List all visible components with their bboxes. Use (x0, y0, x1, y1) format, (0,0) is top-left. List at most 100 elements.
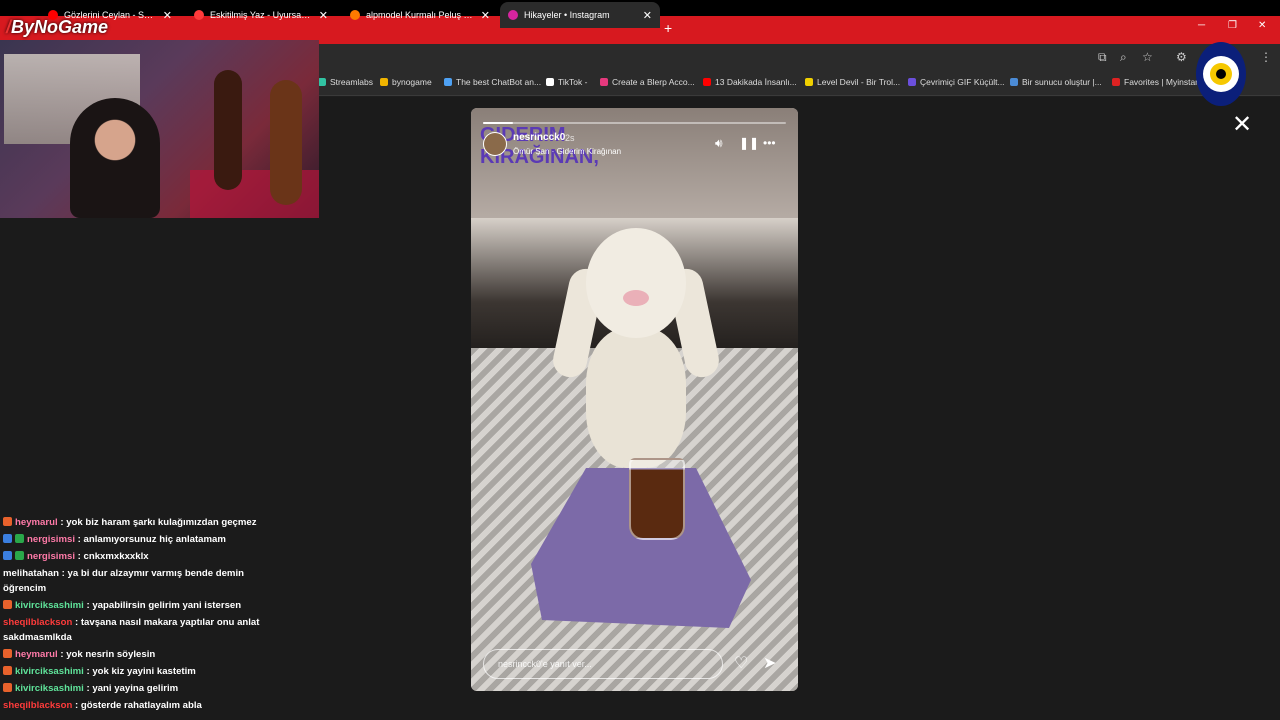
close-story-button[interactable]: ✕ (1232, 110, 1252, 139)
chat-message: sheqilblackson : gösterde rahatlayalım a… (0, 697, 274, 714)
guitar-image (270, 80, 302, 205)
chat-username: heymarul (15, 649, 58, 660)
chat-username: sheqilblackson (3, 700, 73, 711)
chat-username: melihatahan (3, 568, 59, 579)
chat-username: sheqilblackson (3, 617, 73, 628)
blerp-icon (600, 78, 608, 86)
chat-text: : yok kiz yayini kastetim (83, 666, 196, 677)
brand-logo: /ByNoGame (6, 17, 109, 37)
server-icon (1010, 78, 1018, 86)
avatar[interactable] (483, 132, 507, 156)
chat-username: nergisimsi (27, 534, 75, 545)
bookmark-item[interactable]: Create a Blerp Acco... (600, 77, 695, 87)
chat-text: : cnkxmxkxxklx (75, 551, 149, 562)
chat-message: kivirciksashimi : yapabilirsin gelirim y… (0, 597, 274, 614)
scrollbar[interactable] (1270, 97, 1280, 720)
chat-badge-icon (3, 683, 12, 692)
story-progress-fill (483, 122, 514, 124)
bookmark-item[interactable]: Streamlabs (318, 77, 373, 87)
chat-overlay: heymarul : yok biz haram şarkı kulağımız… (0, 514, 274, 714)
bookmark-item[interactable]: Bir sunucu oluştur |... (1010, 77, 1102, 87)
chat-text: : yapabilirsin gelirim yani istersen (83, 600, 242, 611)
chatbot-icon (444, 78, 452, 86)
webcam-overlay (0, 40, 319, 218)
tab-instagram[interactable]: Hikayeler • Instagram ✕ (500, 2, 660, 28)
chat-text: : yok nesrin söylesin (57, 649, 156, 660)
chat-text: : anlamıyorsunuz hiç anlatamam (75, 534, 226, 545)
chat-message: heymarul : yok biz haram şarkı kulağımız… (0, 514, 274, 531)
menu-icon[interactable]: ⋮ (1260, 50, 1272, 64)
restore-button[interactable]: ❐ (1228, 20, 1237, 31)
game-icon (805, 78, 813, 86)
chat-username: kivirciksashimi (15, 683, 84, 694)
chat-badge-icon (3, 600, 12, 609)
guitar-image (214, 70, 242, 190)
chat-badge-icon (3, 534, 12, 543)
close-icon[interactable]: ✕ (643, 9, 652, 22)
chat-badge-icon (3, 666, 12, 675)
close-icon[interactable]: ✕ (163, 9, 172, 22)
send-icon[interactable]: ➤ (763, 653, 776, 673)
tiktok-icon (546, 78, 554, 86)
bookmark-item[interactable]: 13 Dakikada İnsanlı... (703, 77, 797, 87)
chat-badge-icon (15, 534, 24, 543)
bookmark-item[interactable]: bynogame (380, 77, 432, 87)
favorites-icon (1112, 78, 1120, 86)
star-icon[interactable]: ☆ (1142, 50, 1153, 64)
gif-icon (908, 78, 916, 86)
close-icon[interactable]: ✕ (481, 9, 490, 22)
chat-message: sheqilblackson : tavşana nasıl makara ya… (0, 614, 274, 646)
minimize-button[interactable]: ─ (1198, 20, 1205, 31)
zoom-icon[interactable]: ⌕ (1120, 50, 1127, 65)
chat-message: melihatahan : ya bi dur alzaymır varmış … (0, 565, 274, 597)
chat-text: : yok biz haram şarkı kulağımızdan geçme… (57, 517, 257, 528)
reply-input[interactable]: nesrincck0'e yanıt ver... (483, 649, 723, 679)
chat-message: heymarul : yok nesrin söylesin (0, 646, 274, 663)
streamer (70, 98, 160, 218)
chat-badge-icon (3, 649, 12, 658)
chat-badge-icon (3, 517, 12, 526)
tab-youtube-2[interactable]: Eskitilmiş Yaz - Uyursam Geçer ✕ (186, 2, 336, 28)
tab-product[interactable]: alpmodel Kurmalı Peluş Zıp Zıp ✕ (342, 2, 498, 28)
chat-message: nergisimsi : cnkxmxkxxklx (0, 548, 274, 565)
youtube-icon (703, 78, 711, 86)
evil-eye-icon (1196, 42, 1246, 106)
story-progress (483, 122, 786, 124)
chat-text: : yani yayina gelirim (83, 683, 179, 694)
new-tab-button[interactable]: + (664, 20, 672, 36)
chat-message: kivirciksashimi : yani yayina gelirim (0, 680, 274, 697)
chat-username: kivirciksashimi (15, 666, 84, 677)
close-icon[interactable]: ✕ (319, 9, 328, 22)
chat-message: kivirciksashimi : yok kiz yayini kasteti… (0, 663, 274, 680)
heart-icon[interactable]: ♡ (734, 653, 748, 673)
tab-label: Eskitilmiş Yaz - Uyursam Geçer (210, 10, 313, 20)
bynogame-icon (380, 78, 388, 86)
chat-username: nergisimsi (27, 551, 75, 562)
more-options-icon[interactable]: ••• (763, 136, 776, 150)
bookmark-item[interactable]: Level Devil - Bir Trol... (805, 77, 900, 87)
tab-label: alpmodel Kurmalı Peluş Zıp Zıp (366, 10, 475, 20)
chat-badge-icon (15, 551, 24, 560)
instagram-icon (508, 10, 518, 20)
bookmark-item[interactable]: Favorites | Myinstan... (1112, 77, 1207, 87)
chat-username: heymarul (15, 517, 58, 528)
chat-username: kivirciksashimi (15, 600, 84, 611)
story-username[interactable]: nesrincck0 (513, 132, 565, 143)
story-music[interactable]: Ömür Şan · Giderim Kirağınan (513, 147, 621, 156)
instagram-story[interactable]: GIDERIM KIRAĞINAN, nesrincck0 2s Ömür Şan… (471, 108, 798, 691)
shop-icon (350, 10, 360, 20)
extensions-icon[interactable]: ⚙ (1176, 50, 1187, 64)
story-time: 2s (565, 133, 575, 143)
volume-icon[interactable]: 🔊︎ (715, 136, 723, 151)
install-icon[interactable]: ⧉ (1098, 50, 1107, 65)
chat-message: nergisimsi : anlamıyorsunuz hiç anlatama… (0, 531, 274, 548)
bookmark-item[interactable]: TikTok - (546, 77, 587, 87)
pause-icon[interactable]: ❚❚ (739, 136, 759, 150)
chat-text: : gösterde rahatlayalım abla (72, 700, 202, 711)
tab-label: Hikayeler • Instagram (524, 10, 610, 20)
bookmark-item[interactable]: The best ChatBot an... (444, 77, 541, 87)
streamlabs-icon (318, 78, 326, 86)
window-close-button[interactable]: ✕ (1258, 20, 1266, 31)
bookmark-item[interactable]: Çevrimiçi GIF Küçült... (908, 77, 1005, 87)
plush-bunny (549, 228, 723, 468)
